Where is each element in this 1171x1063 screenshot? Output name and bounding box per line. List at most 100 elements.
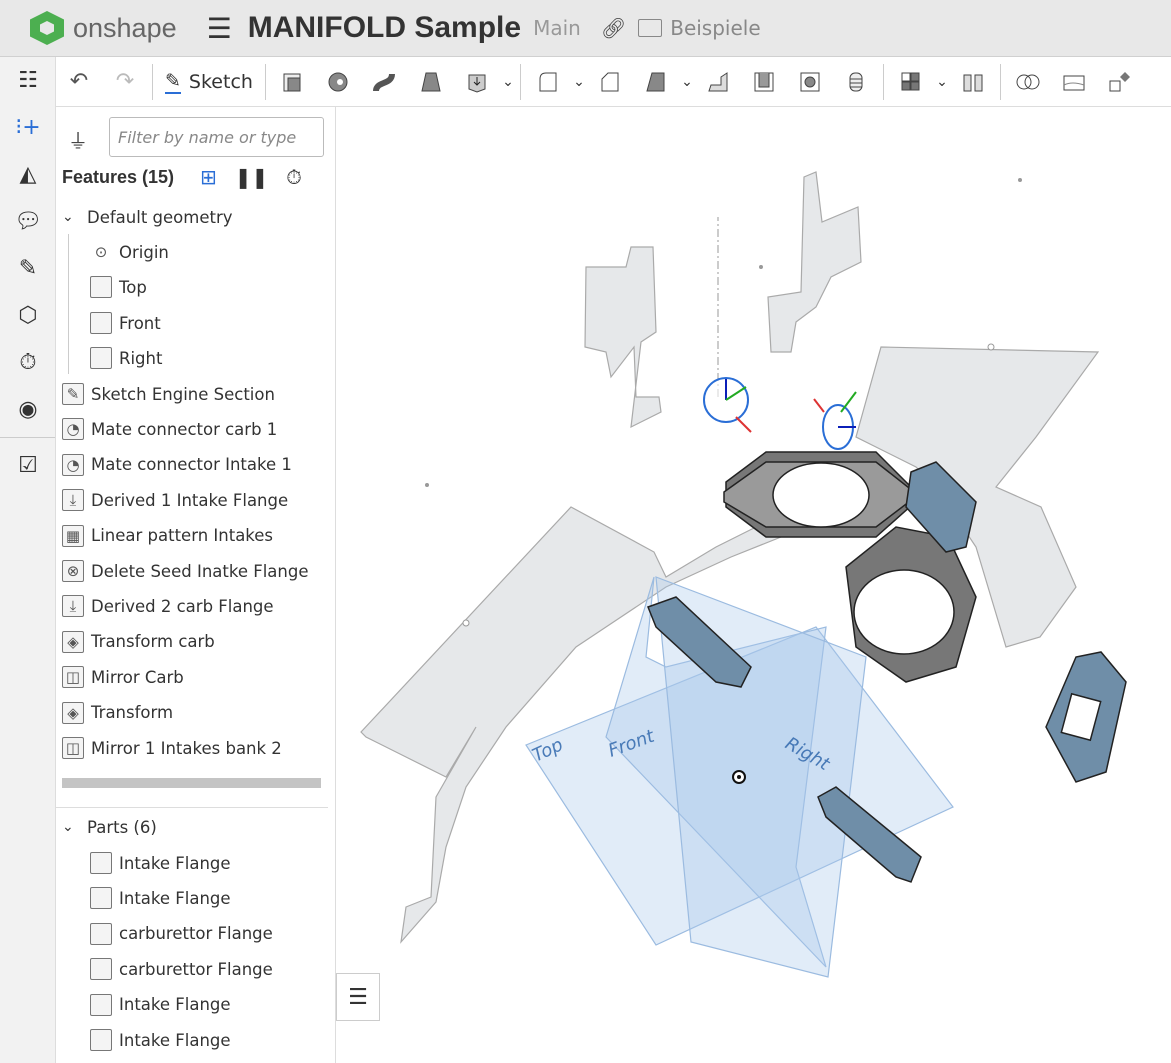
- feature-item[interactable]: ⤓ Derived 2 carb Flange: [62, 589, 274, 623]
- chevron-down-icon[interactable]: ⌄: [934, 74, 950, 90]
- sketch-label: Sketch: [188, 70, 253, 93]
- part-label: Intake Flange: [119, 995, 231, 1015]
- mirror-icon[interactable]: [953, 62, 993, 102]
- chevron-down-icon[interactable]: ⌄: [500, 74, 516, 90]
- notes-icon[interactable]: ✎: [0, 245, 56, 292]
- rib-icon[interactable]: [698, 62, 738, 102]
- item-label: Front: [119, 313, 161, 333]
- filter-icon[interactable]: ⏚: [68, 125, 88, 154]
- sketch-region: [767, 171, 862, 353]
- part-item[interactable]: Intake Flange: [90, 881, 231, 915]
- geometry-item-top[interactable]: Top: [90, 270, 147, 304]
- origin-icon: ⊙: [94, 243, 108, 261]
- feature-item[interactable]: ⤓ Derived 1 Intake Flange: [62, 483, 288, 517]
- branch-label[interactable]: Main: [533, 16, 581, 40]
- part-item[interactable]: Intake Flange: [90, 846, 231, 880]
- part-label: carburettor Flange: [119, 959, 273, 979]
- item-label: Origin: [119, 242, 169, 262]
- performance-icon[interactable]: ⏱︎: [0, 339, 56, 386]
- 3d-viewport[interactable]: Top Front Right: [336, 107, 1171, 1063]
- plane-icon: [90, 276, 112, 298]
- folder-label: Default geometry: [87, 207, 233, 227]
- filter-input[interactable]: Filter by name or type: [109, 117, 324, 157]
- appearance-icon[interactable]: ◭: [0, 151, 56, 198]
- hole-icon[interactable]: [790, 62, 830, 102]
- hamburger-icon[interactable]: ☰: [207, 12, 232, 45]
- geometry-item-origin[interactable]: ⊙ Origin: [90, 235, 169, 269]
- feature-item[interactable]: ◈ Transform carb: [62, 625, 215, 659]
- folder-link[interactable]: Beispiele: [670, 16, 760, 40]
- feature-label: Linear pattern Intakes: [91, 526, 274, 546]
- app-store-icon[interactable]: ◉: [0, 386, 56, 433]
- feature-list-icon[interactable]: ☷: [0, 57, 56, 104]
- geometry-item-right[interactable]: Right: [90, 341, 162, 375]
- part-item[interactable]: carburettor Flange: [90, 952, 273, 986]
- chevron-down-icon[interactable]: ⌄: [679, 74, 695, 90]
- folder-icon: [638, 19, 663, 37]
- chevron-down-icon[interactable]: ⌄: [62, 819, 82, 835]
- shell-icon[interactable]: [744, 62, 784, 102]
- default-geometry-folder[interactable]: ⌄ Default geometry: [62, 200, 233, 234]
- add-folder-icon[interactable]: ⊞: [200, 165, 217, 189]
- mirror-icon: ◫: [62, 737, 84, 759]
- feature-list-toggle-icon[interactable]: ☰: [336, 973, 380, 1021]
- feature-item[interactable]: ◔ Mate connector carb 1: [62, 412, 277, 446]
- part-icon: [90, 958, 112, 981]
- chamfer-icon[interactable]: [590, 62, 630, 102]
- boolean-icon[interactable]: [1008, 62, 1048, 102]
- loft-icon[interactable]: [411, 62, 451, 102]
- geometry-item-front[interactable]: Front: [90, 306, 161, 340]
- chevron-down-icon[interactable]: ⌄: [571, 74, 587, 90]
- draft-icon[interactable]: [636, 62, 676, 102]
- fillet-icon[interactable]: [528, 62, 568, 102]
- part-icon: [90, 1029, 112, 1051]
- feature-item[interactable]: ◈ Transform: [62, 696, 173, 730]
- feature-item[interactable]: ▦ Linear pattern Intakes: [62, 519, 273, 553]
- plane-icon: [90, 312, 112, 334]
- parts-folder[interactable]: ⌄ Parts (6): [62, 810, 157, 844]
- linear-pattern-icon: ▦: [62, 524, 84, 547]
- item-label: Top: [119, 277, 147, 297]
- thicken-icon[interactable]: [457, 62, 497, 102]
- sweep-icon[interactable]: [365, 62, 405, 102]
- comments-icon[interactable]: 💬︎: [0, 198, 56, 245]
- part-item[interactable]: carburettor Flange: [90, 917, 273, 951]
- transform-icon: ◈: [62, 701, 84, 724]
- pause-icon[interactable]: ❚❚: [235, 165, 269, 189]
- feature-item[interactable]: ◫ Mirror 1 Intakes bank 2: [62, 731, 282, 765]
- part-icon: [90, 922, 112, 945]
- transform-icon[interactable]: [1100, 62, 1140, 102]
- checklist-icon[interactable]: ☑: [0, 442, 56, 489]
- feature-item[interactable]: ✎ Sketch Engine Section: [62, 377, 275, 411]
- sketch-region: [584, 246, 662, 429]
- logo-icon: [30, 11, 64, 45]
- feature-item[interactable]: ◫ Mirror Carb: [62, 660, 184, 694]
- plane-icon: [90, 347, 112, 369]
- sketch-button[interactable]: ✎ Sketch: [157, 70, 261, 94]
- tree-guide: [68, 234, 69, 374]
- thread-icon[interactable]: [836, 62, 876, 102]
- part-info-icon[interactable]: ⬡: [0, 292, 56, 339]
- extrude-icon[interactable]: [273, 62, 313, 102]
- redo-icon[interactable]: ↷: [105, 62, 145, 102]
- scrollbar[interactable]: [62, 778, 321, 788]
- revolve-icon[interactable]: [319, 62, 359, 102]
- split-icon[interactable]: [1054, 62, 1094, 102]
- toolbar: ↶ ↷ ✎ Sketch ⌄ ⌄ ⌄ ⌄: [56, 57, 1171, 107]
- mirror-icon: ◫: [62, 666, 84, 689]
- feature-item[interactable]: ⊗ Delete Seed Inatke Flange: [62, 554, 309, 588]
- document-title[interactable]: MANIFOLD Sample: [248, 11, 521, 45]
- feature-label: Mirror Carb: [91, 667, 184, 687]
- onshape-logo[interactable]: onshape: [30, 11, 177, 45]
- link-icon[interactable]: 🔗︎: [601, 16, 626, 40]
- feature-item[interactable]: ◔ Mate connector Intake 1: [62, 448, 292, 482]
- part-item[interactable]: Intake Flange: [90, 1023, 231, 1057]
- insert-mate-connector-icon[interactable]: ⁝+: [0, 104, 56, 151]
- part-label: carburettor Flange: [119, 924, 273, 944]
- linear-pattern-icon[interactable]: [891, 62, 931, 102]
- separator: [519, 63, 521, 100]
- part-item[interactable]: Intake Flange: [90, 988, 231, 1022]
- undo-icon[interactable]: ↶: [59, 62, 99, 102]
- chevron-down-icon[interactable]: ⌄: [62, 209, 82, 225]
- timer-icon[interactable]: ⏱︎: [286, 165, 302, 189]
